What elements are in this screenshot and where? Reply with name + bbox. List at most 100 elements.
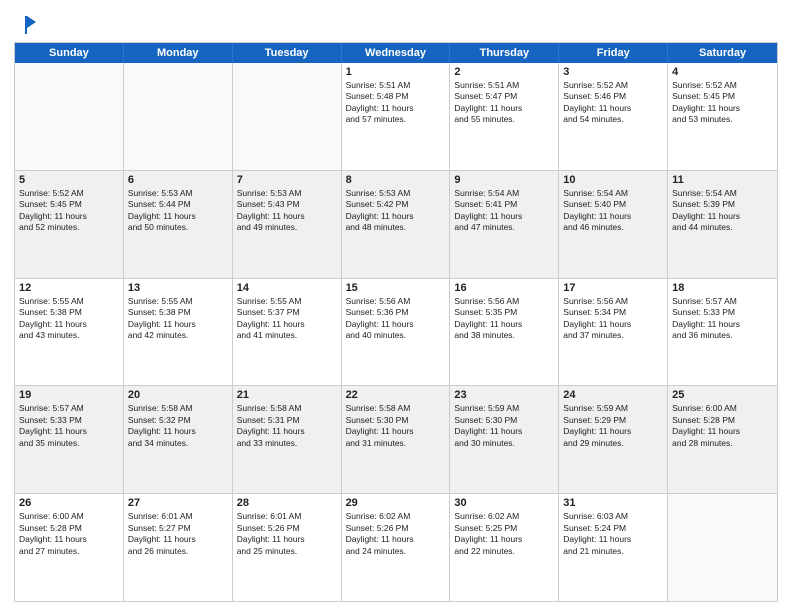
day-number: 21 [237, 389, 337, 401]
day-number: 17 [563, 282, 663, 294]
calendar-cell: 10Sunrise: 5:54 AM Sunset: 5:40 PM Dayli… [559, 171, 668, 278]
cell-info: Sunrise: 5:55 AM Sunset: 5:37 PM Dayligh… [237, 296, 337, 342]
cell-info: Sunrise: 6:01 AM Sunset: 5:27 PM Dayligh… [128, 511, 228, 557]
calendar-cell: 28 Sunrise: 6:01 AM Sunset: 5:26 PM Dayli… [233, 494, 342, 601]
cell-info: Sunrise: 5:58 AM Sunset: 5:32 PM Dayligh… [128, 403, 228, 449]
day-number: 24 [563, 389, 663, 401]
calendar-cell [124, 63, 233, 170]
day-number: 3 [563, 66, 663, 78]
calendar-cell: 26 Sunrise: 6:00 AM Sunset: 5:28 PM Dayli… [15, 494, 124, 601]
day-number: 8 [346, 174, 446, 186]
cell-info: Sunrise: 6:01 AM Sunset: 5:26 PM Dayligh… [237, 511, 337, 557]
cell-info: Sunrise: 6:02 AM Sunset: 5:25 PM Dayligh… [454, 511, 554, 557]
day-number: 15 [346, 282, 446, 294]
calendar-cell: 23 Sunrise: 5:59 AM Sunset: 5:30 PM Dayli… [450, 386, 559, 493]
calendar-cell: 3 Sunrise: 5:52 AM Sunset: 5:46 PM Daylig… [559, 63, 668, 170]
calendar-cell: 27 Sunrise: 6:01 AM Sunset: 5:27 PM Dayli… [124, 494, 233, 601]
calendar-week-2: 5 Sunrise: 5:52 AM Sunset: 5:45 PM Daylig… [15, 171, 777, 279]
day-number: 29 [346, 497, 446, 509]
cell-info: Sunrise: 5:56 AM Sunset: 5:36 PM Dayligh… [346, 296, 446, 342]
calendar-cell: 20Sunrise: 5:58 AM Sunset: 5:32 PM Dayli… [124, 386, 233, 493]
day-number: 26 [19, 497, 119, 509]
day-number: 23 [454, 389, 554, 401]
calendar-cell: 16 Sunrise: 5:56 AM Sunset: 5:35 PM Dayli… [450, 279, 559, 386]
calendar-header-row: SundayMondayTuesdayWednesdayThursdayFrid… [15, 43, 777, 63]
day-number: 31 [563, 497, 663, 509]
calendar-week-5: 26 Sunrise: 6:00 AM Sunset: 5:28 PM Dayli… [15, 494, 777, 601]
day-number: 14 [237, 282, 337, 294]
cell-info: Sunrise: 5:59 AM Sunset: 5:29 PM Dayligh… [563, 403, 663, 449]
day-number: 10 [563, 174, 663, 186]
calendar-cell [233, 63, 342, 170]
cell-info: Sunrise: 5:55 AM Sunset: 5:38 PM Dayligh… [19, 296, 119, 342]
calendar-cell: 29Sunrise: 6:02 AM Sunset: 5:26 PM Dayli… [342, 494, 451, 601]
calendar-cell: 18 Sunrise: 5:57 AM Sunset: 5:33 PM Dayli… [668, 279, 777, 386]
cell-info: Sunrise: 5:53 AM Sunset: 5:42 PM Dayligh… [346, 188, 446, 234]
calendar-cell [15, 63, 124, 170]
calendar-cell: 25 Sunrise: 6:00 AM Sunset: 5:28 PM Dayli… [668, 386, 777, 493]
cell-info: Sunrise: 5:57 AM Sunset: 5:33 PM Dayligh… [672, 296, 773, 342]
cell-info: Sunrise: 5:56 AM Sunset: 5:35 PM Dayligh… [454, 296, 554, 342]
day-header-thursday: Thursday [450, 43, 559, 63]
cell-info: Sunrise: 5:56 AM Sunset: 5:34 PM Dayligh… [563, 296, 663, 342]
day-number: 11 [672, 174, 773, 186]
calendar-cell: 11 Sunrise: 5:54 AM Sunset: 5:39 PM Dayli… [668, 171, 777, 278]
cell-info: Sunrise: 5:51 AM Sunset: 5:47 PM Dayligh… [454, 80, 554, 126]
day-header-monday: Monday [124, 43, 233, 63]
day-number: 28 [237, 497, 337, 509]
cell-info: Sunrise: 5:53 AM Sunset: 5:44 PM Dayligh… [128, 188, 228, 234]
calendar-cell: 6 Sunrise: 5:53 AM Sunset: 5:44 PM Daylig… [124, 171, 233, 278]
calendar-body: 1 Sunrise: 5:51 AM Sunset: 5:48 PM Daylig… [15, 63, 777, 601]
cell-info: Sunrise: 5:59 AM Sunset: 5:30 PM Dayligh… [454, 403, 554, 449]
day-header-sunday: Sunday [15, 43, 124, 63]
day-number: 7 [237, 174, 337, 186]
cell-info: Sunrise: 6:03 AM Sunset: 5:24 PM Dayligh… [563, 511, 663, 557]
day-number: 12 [19, 282, 119, 294]
cell-info: Sunrise: 6:00 AM Sunset: 5:28 PM Dayligh… [672, 403, 773, 449]
cell-info: Sunrise: 5:58 AM Sunset: 5:31 PM Dayligh… [237, 403, 337, 449]
day-number: 9 [454, 174, 554, 186]
cell-info: Sunrise: 5:55 AM Sunset: 5:38 PM Dayligh… [128, 296, 228, 342]
day-header-wednesday: Wednesday [342, 43, 451, 63]
day-header-tuesday: Tuesday [233, 43, 342, 63]
day-number: 22 [346, 389, 446, 401]
calendar-cell: 8 Sunrise: 5:53 AM Sunset: 5:42 PM Daylig… [342, 171, 451, 278]
calendar-cell: 21 Sunrise: 5:58 AM Sunset: 5:31 PM Dayli… [233, 386, 342, 493]
day-header-saturday: Saturday [668, 43, 777, 63]
calendar-cell: 5 Sunrise: 5:52 AM Sunset: 5:45 PM Daylig… [15, 171, 124, 278]
cell-info: Sunrise: 5:54 AM Sunset: 5:39 PM Dayligh… [672, 188, 773, 234]
calendar-cell: 22 Sunrise: 5:58 AM Sunset: 5:30 PM Dayli… [342, 386, 451, 493]
calendar-cell: 4Sunrise: 5:52 AM Sunset: 5:45 PM Daylig… [668, 63, 777, 170]
day-number: 27 [128, 497, 228, 509]
calendar-week-1: 1 Sunrise: 5:51 AM Sunset: 5:48 PM Daylig… [15, 63, 777, 171]
calendar-cell [668, 494, 777, 601]
calendar-cell: 24 Sunrise: 5:59 AM Sunset: 5:29 PM Dayli… [559, 386, 668, 493]
cell-info: Sunrise: 5:52 AM Sunset: 5:45 PM Dayligh… [19, 188, 119, 234]
calendar-cell: 13Sunrise: 5:55 AM Sunset: 5:38 PM Dayli… [124, 279, 233, 386]
calendar-cell: 1 Sunrise: 5:51 AM Sunset: 5:48 PM Daylig… [342, 63, 451, 170]
day-number: 5 [19, 174, 119, 186]
calendar-week-4: 19Sunrise: 5:57 AM Sunset: 5:33 PM Dayli… [15, 386, 777, 494]
day-number: 16 [454, 282, 554, 294]
day-header-friday: Friday [559, 43, 668, 63]
calendar-week-3: 12 Sunrise: 5:55 AM Sunset: 5:38 PM Dayli… [15, 279, 777, 387]
day-number: 1 [346, 66, 446, 78]
cell-info: Sunrise: 5:51 AM Sunset: 5:48 PM Dayligh… [346, 80, 446, 126]
calendar-cell: 15 Sunrise: 5:56 AM Sunset: 5:36 PM Dayli… [342, 279, 451, 386]
cell-info: Sunrise: 6:00 AM Sunset: 5:28 PM Dayligh… [19, 511, 119, 557]
calendar-cell: 17 Sunrise: 5:56 AM Sunset: 5:34 PM Dayli… [559, 279, 668, 386]
cell-info: Sunrise: 5:57 AM Sunset: 5:33 PM Dayligh… [19, 403, 119, 449]
cell-info: Sunrise: 5:52 AM Sunset: 5:46 PM Dayligh… [563, 80, 663, 126]
cell-info: Sunrise: 5:58 AM Sunset: 5:30 PM Dayligh… [346, 403, 446, 449]
calendar-cell: 7Sunrise: 5:53 AM Sunset: 5:43 PM Daylig… [233, 171, 342, 278]
day-number: 18 [672, 282, 773, 294]
calendar-cell: 12 Sunrise: 5:55 AM Sunset: 5:38 PM Dayli… [15, 279, 124, 386]
calendar-cell: 31 Sunrise: 6:03 AM Sunset: 5:24 PM Dayli… [559, 494, 668, 601]
calendar-cell: 14 Sunrise: 5:55 AM Sunset: 5:37 PM Dayli… [233, 279, 342, 386]
day-number: 6 [128, 174, 228, 186]
day-number: 4 [672, 66, 773, 78]
header [14, 10, 778, 36]
logo [14, 14, 38, 36]
cell-info: Sunrise: 5:54 AM Sunset: 5:41 PM Dayligh… [454, 188, 554, 234]
day-number: 25 [672, 389, 773, 401]
